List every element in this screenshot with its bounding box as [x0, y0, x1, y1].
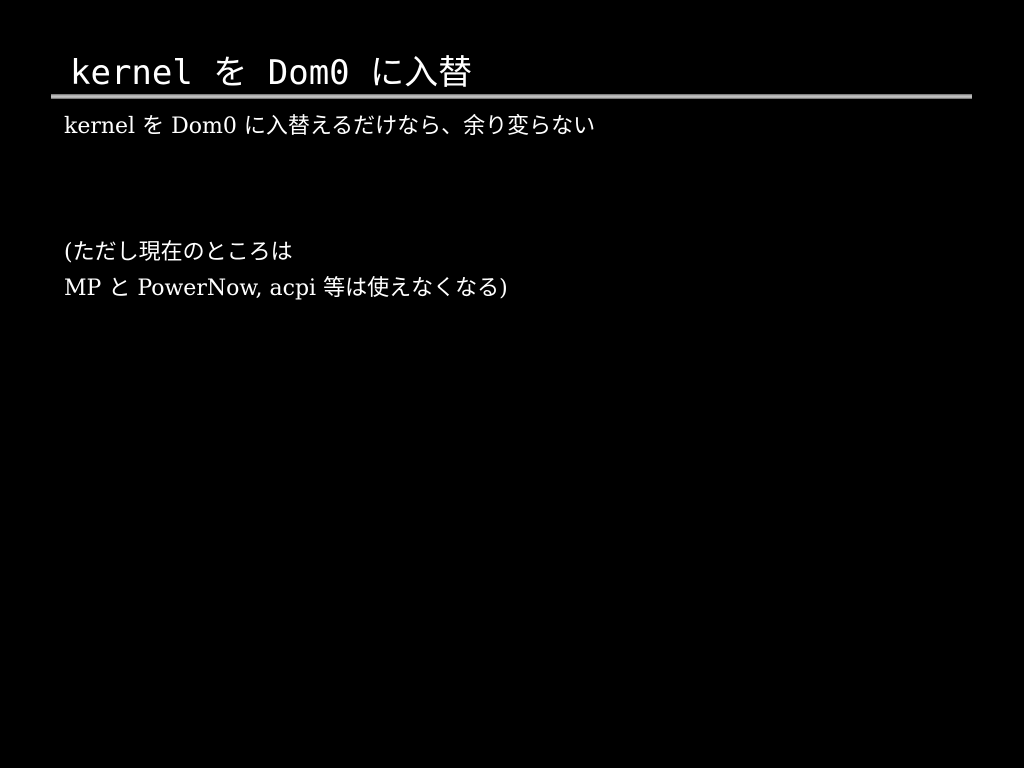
slide: kernel を Dom0 に入替 kernel を Dom0 に入替えるだけな…	[0, 0, 1024, 768]
title-underline	[51, 94, 972, 99]
body-line-2: (ただし現在のところは	[64, 240, 293, 265]
body-line-1: kernel を Dom0 に入替えるだけなら、余り変らない	[64, 114, 596, 139]
body-line-3: MP と PowerNow, acpi 等は使えなくなる)	[64, 276, 508, 301]
slide-title: kernel を Dom0 に入替	[70, 53, 473, 93]
